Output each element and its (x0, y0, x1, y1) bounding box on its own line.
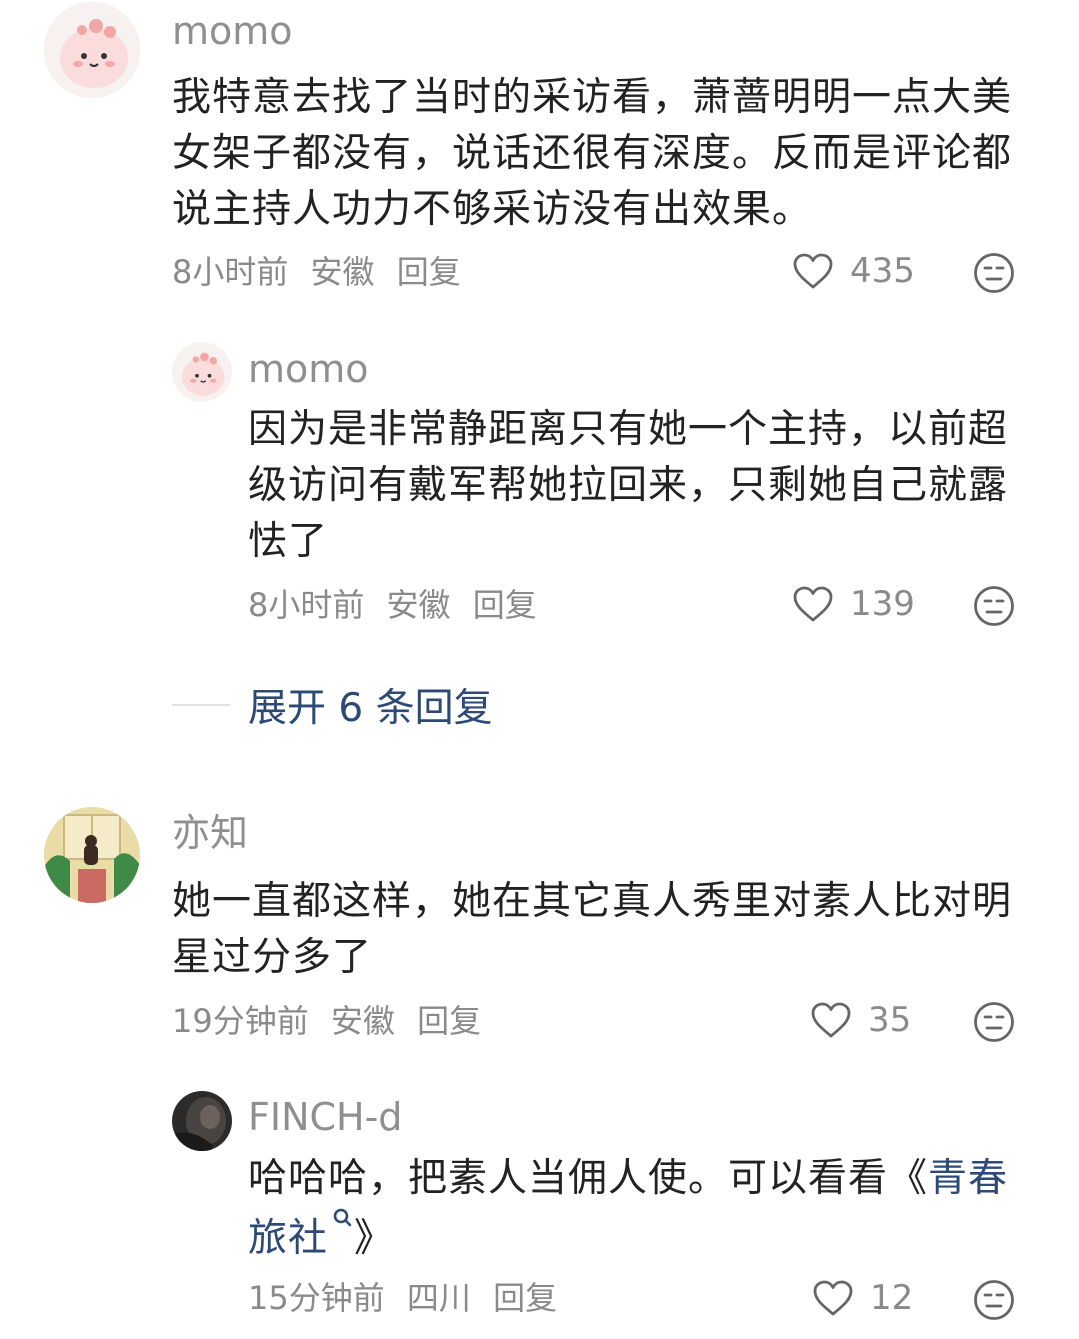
dislike-face-icon (974, 586, 1014, 626)
reply-text-content: 哈哈哈，把素人当佣人使。可以看看《 (248, 1156, 929, 1201)
search-icon (333, 1208, 352, 1227)
heart-icon (811, 1002, 851, 1038)
like-button[interactable]: 12 (812, 1279, 913, 1317)
like-button[interactable]: 435 (792, 252, 915, 290)
reply-meta: 15分钟前 四川 回复 (248, 1282, 569, 1314)
reply-time: 15分钟前 (248, 1279, 385, 1317)
dislike-button[interactable] (973, 1279, 1015, 1325)
heart-icon (813, 1280, 853, 1316)
dislike-button[interactable] (973, 252, 1015, 298)
dislike-face-icon (974, 253, 1014, 293)
expand-replies[interactable]: 展开 6 条回复 (172, 677, 493, 733)
heart-icon (793, 586, 833, 622)
like-count: 35 (868, 1000, 912, 1040)
comment-username[interactable]: 亦知 (172, 814, 248, 852)
reply-text-tail: 》 (354, 1216, 395, 1261)
avatar-image (172, 342, 232, 402)
avatar[interactable] (172, 1091, 232, 1151)
like-count: 139 (850, 584, 915, 624)
avatar[interactable] (44, 807, 140, 903)
avatar[interactable] (44, 2, 140, 98)
comment-time: 19分钟前 (172, 1002, 309, 1040)
reply-location: 四川 (406, 1279, 471, 1317)
avatar-image (44, 2, 140, 98)
comment-location: 安徽 (310, 253, 375, 291)
like-button[interactable]: 139 (792, 585, 915, 623)
like-button[interactable]: 35 (810, 1001, 911, 1039)
heart-icon (793, 253, 833, 289)
dislike-button[interactable] (973, 585, 1015, 631)
reply-username[interactable]: FINCH-d (248, 1098, 402, 1136)
comment-text: 我特意去找了当时的采访看，萧蔷明明一点大美女架子都没有，说话还很有深度。反而是评… (172, 75, 1013, 232)
dislike-face-icon (974, 1280, 1014, 1320)
avatar-image (44, 807, 140, 903)
reply-text: 因为是非常静距离只有她一个主持，以前超级访问有戴军帮她拉回来，只剩她自己就露怯了 (248, 407, 1009, 564)
comment-time: 8小时前 (172, 253, 289, 291)
avatar[interactable] (172, 342, 232, 402)
reply-button[interactable]: 回复 (493, 1279, 557, 1317)
reply-time: 8小时前 (248, 586, 365, 624)
like-count: 12 (870, 1278, 914, 1318)
dislike-button[interactable] (973, 1001, 1015, 1047)
reply-button[interactable]: 回复 (417, 1002, 481, 1040)
comment-location: 安徽 (330, 1002, 395, 1040)
reply-meta: 8小时前 安徽 回复 (248, 589, 549, 621)
reply-button[interactable]: 回复 (397, 253, 461, 291)
reply-location: 安徽 (386, 586, 451, 624)
reply-username[interactable]: momo (248, 350, 369, 388)
expand-divider (172, 704, 230, 706)
comment-meta: 8小时前 安徽 回复 (172, 256, 473, 288)
avatar-image (172, 1091, 232, 1151)
comment-username[interactable]: momo (172, 12, 293, 50)
expand-replies-label[interactable]: 展开 6 条回复 (248, 677, 493, 733)
reply-text: 哈哈哈，把素人当佣人使。可以看看《青春旅社》 (248, 1151, 1018, 1267)
like-count: 435 (850, 251, 915, 291)
comment-text: 她一直都这样，她在其它真人秀里对素人比对明星过分多了 (172, 879, 1013, 980)
reply-button[interactable]: 回复 (473, 586, 537, 624)
dislike-face-icon (974, 1002, 1014, 1042)
comment-meta: 19分钟前 安徽 回复 (172, 1005, 493, 1037)
